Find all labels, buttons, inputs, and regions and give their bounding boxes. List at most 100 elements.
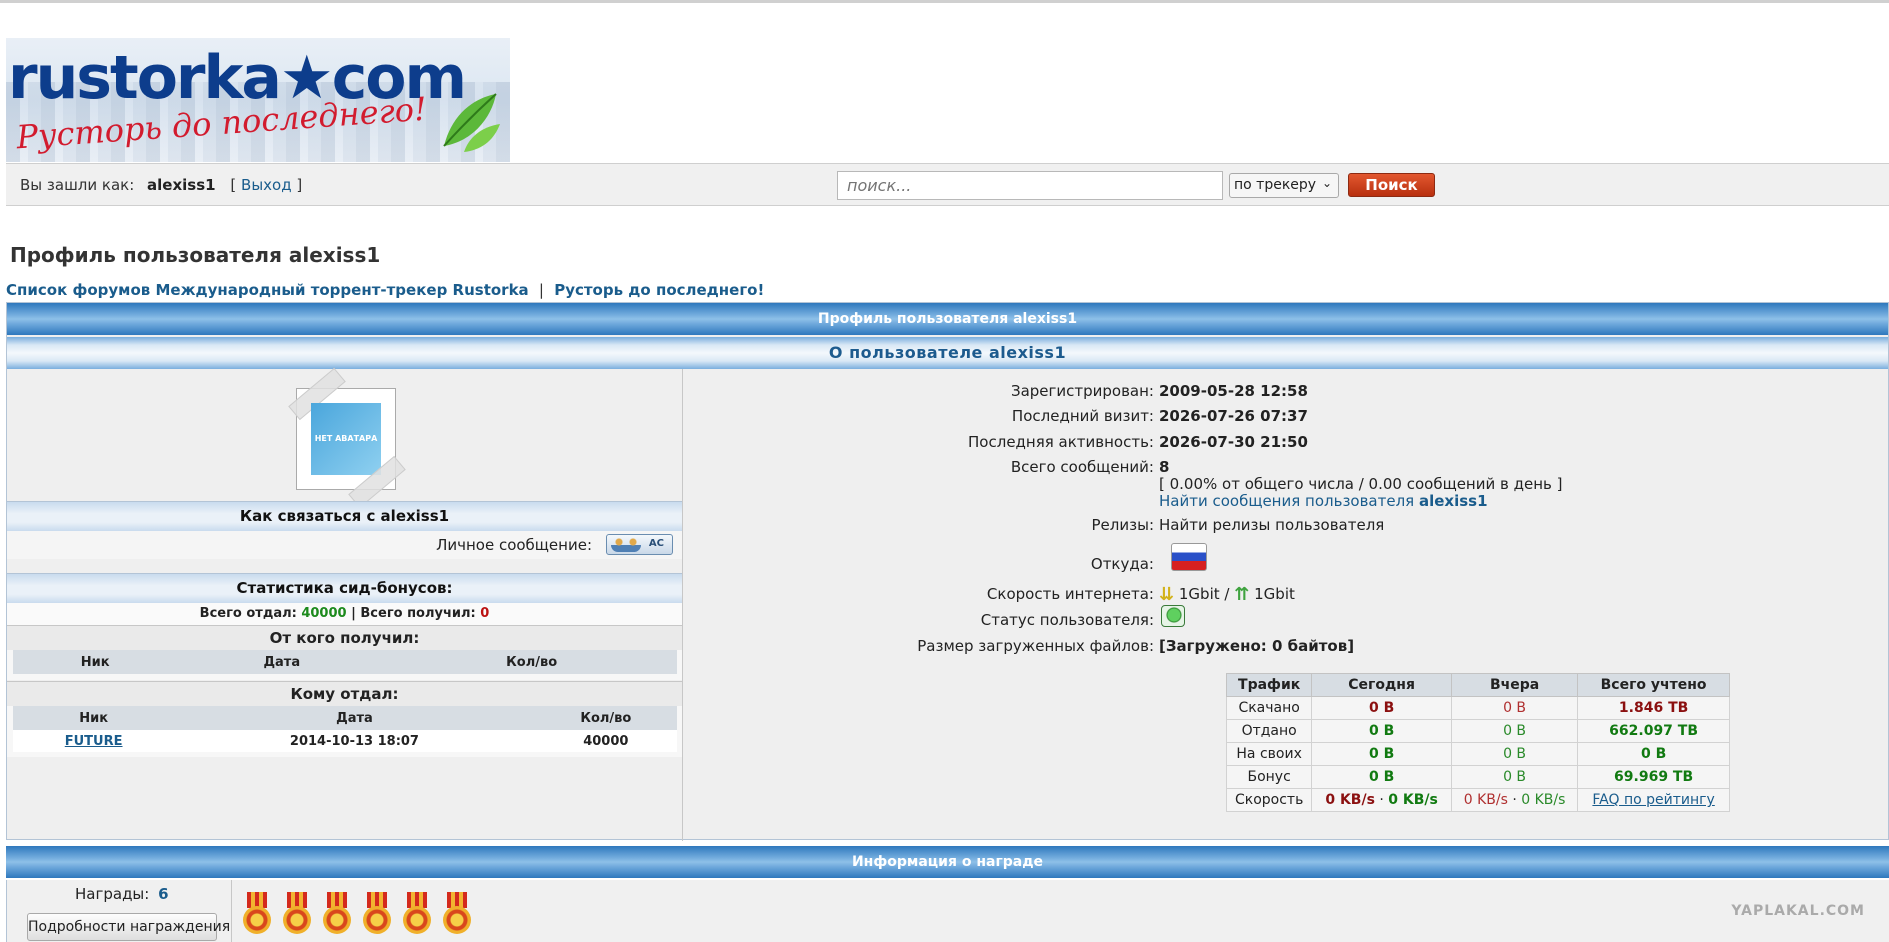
speed-separator: / xyxy=(1224,585,1230,603)
contact-header: Как связаться с alexiss1 xyxy=(7,501,682,531)
about-header: О пользователе alexiss1 xyxy=(7,337,1888,369)
table-row: Скорость 0 KB/s · 0 KB/s 0 KB/s · 0 KB/s… xyxy=(1225,788,1730,812)
awards-count: Награды: 6 xyxy=(75,885,169,903)
traffic-yesterday: 0 B xyxy=(1450,696,1579,720)
medal-icon[interactable] xyxy=(283,892,311,938)
received-from-section: От кого получил: Ник Дата Кол/во xyxy=(7,625,682,680)
releases-label: Релизы: xyxy=(1091,516,1154,534)
traffic-today: 0 B xyxy=(1311,765,1452,789)
page-title: Профиль пользователя alexiss1 xyxy=(10,243,381,267)
breadcrumb-forum-list[interactable]: Список форумов Международный торрент-тре… xyxy=(6,281,529,299)
traffic-yesterday: 0 B xyxy=(1450,765,1579,789)
posts-value: 8 xyxy=(1159,458,1170,476)
traffic-col-header: Всего учтено xyxy=(1577,673,1730,697)
avatar: НЕТ АВАТАРА xyxy=(288,367,406,509)
medal-icon[interactable] xyxy=(443,892,471,938)
traffic-total: 69.969 TB xyxy=(1577,765,1730,789)
user-bar: Вы зашли как: alexiss1 [ Выход ] по трек… xyxy=(6,163,1889,206)
last-visit-value: 2026-07-26 07:37 xyxy=(1159,407,1308,425)
traffic-speed-label: Скорость xyxy=(1225,788,1313,812)
traffic-row-label: Бонус xyxy=(1225,765,1313,789)
users-icon xyxy=(611,537,641,552)
last-activity-label: Последняя активность: xyxy=(968,433,1154,451)
speed-dot: · xyxy=(1379,792,1384,808)
speed-yesterday-down: 0 KB/s xyxy=(1463,792,1508,808)
traffic-total: 0 B xyxy=(1577,742,1730,766)
search-button[interactable]: Поиск xyxy=(1348,173,1435,197)
given-to-title: Кому отдал: xyxy=(7,682,682,706)
speed-today-down: 0 KB/s xyxy=(1325,792,1375,808)
leaf-icon xyxy=(443,93,500,152)
medal-icon[interactable] xyxy=(243,892,271,938)
current-username: alexiss1 xyxy=(147,176,216,194)
traffic-row-label: Отдано xyxy=(1225,719,1313,743)
last-visit-label: Последний визит: xyxy=(1011,407,1154,425)
medal-icon[interactable] xyxy=(403,892,431,938)
russia-flag-icon xyxy=(1171,543,1207,571)
awards-section: Награды: 6 Подробности награждения xyxy=(6,880,1889,942)
col-nick: Ник xyxy=(13,706,175,730)
private-message-label: Личное сообщение: xyxy=(436,536,592,554)
rating-faq-link[interactable]: FAQ по рейтингу xyxy=(1592,792,1714,808)
seed-given-label: Всего отдал: xyxy=(199,606,297,621)
profile-left-column: НЕТ АВАТАРА Как связаться с alexiss1 Лич… xyxy=(7,367,683,841)
traffic-total: 662.097 TB xyxy=(1577,719,1730,743)
status-label: Статус пользователя: xyxy=(980,611,1154,629)
pm-button-label: AC xyxy=(648,538,664,549)
login-status: Вы зашли как: alexiss1 [ Выход ] xyxy=(20,176,302,194)
speed-today-up: 0 KB/s xyxy=(1388,792,1438,808)
traffic-col-header: Сегодня xyxy=(1311,673,1452,697)
bracket-close: ] xyxy=(296,176,303,194)
medal-icon[interactable] xyxy=(363,892,391,938)
awards-summary: Награды: 6 Подробности награждения xyxy=(7,880,232,942)
breadcrumb-slogan[interactable]: Русторь до последнего! xyxy=(554,281,764,299)
received-from-table: Ник Дата Кол/во xyxy=(13,650,677,674)
upload-arrow-icon: ⇈ xyxy=(1234,583,1250,605)
speed-label: Скорость интернета: xyxy=(986,585,1154,603)
search-input[interactable] xyxy=(837,171,1223,200)
seed-given-value: 40000 xyxy=(301,606,347,621)
find-releases-link[interactable]: Найти релизы пользователя xyxy=(1159,516,1384,534)
find-posts-username: alexiss1 xyxy=(1419,492,1488,510)
search-scope-value: по трекеру xyxy=(1234,177,1317,193)
traffic-row-label: На своих xyxy=(1225,742,1313,766)
seed-received-value: 0 xyxy=(480,606,490,621)
online-status-icon xyxy=(1161,605,1185,627)
col-qty: Кол/во xyxy=(534,706,677,730)
recipient-link[interactable]: FUTURE xyxy=(65,734,123,749)
location-label: Откуда: xyxy=(1090,555,1154,573)
download-arrow-icon: ⇊ xyxy=(1159,583,1175,605)
table-row: Скачано 0 B 0 B 1.846 TB xyxy=(1225,696,1730,720)
table-row: На своих 0 B 0 B 0 B xyxy=(1225,742,1730,766)
traffic-yesterday: 0 B xyxy=(1450,742,1579,766)
profile-table: Профиль пользователя alexiss1 О пользова… xyxy=(6,302,1889,841)
uploaded-label: Размер загруженных файлов: xyxy=(917,637,1154,655)
registered-value: 2009-05-28 12:58 xyxy=(1159,382,1308,400)
posts-stats: [ 0.00% от общего числа / 0.00 сообщений… xyxy=(1159,475,1563,493)
traffic-yesterday: 0 B xyxy=(1450,719,1579,743)
seed-bonus-totals: Всего отдал: 40000 | Всего получил: 0 xyxy=(7,603,682,625)
awards-count-label: Награды: xyxy=(75,885,150,903)
last-activity-value: 2026-07-30 21:50 xyxy=(1159,433,1308,451)
col-date: Дата xyxy=(177,650,387,674)
bracket-open: [ xyxy=(230,176,237,194)
top-border xyxy=(0,0,1889,3)
seed-received-label: Всего получил: xyxy=(360,606,476,621)
find-posts-link[interactable]: Найти сообщения пользователя alexiss1 xyxy=(1159,492,1488,510)
seed-separator: | xyxy=(351,606,356,621)
given-to-table: Ник Дата Кол/во FUTURE 2014-10-13 18:07 … xyxy=(13,706,677,752)
private-message-button[interactable]: AC xyxy=(606,534,673,555)
speed-down-value: 1Gbit xyxy=(1178,585,1220,603)
find-posts-text: Найти сообщения пользователя xyxy=(1159,492,1415,510)
medal-icon[interactable] xyxy=(323,892,351,938)
award-details-button[interactable]: Подробности награждения xyxy=(27,913,230,941)
logout-link[interactable]: Выход xyxy=(241,176,292,194)
avatar-placeholder: НЕТ АВАТАРА xyxy=(311,403,381,475)
table-row: FUTURE 2014-10-13 18:07 40000 xyxy=(13,730,677,752)
site-logo[interactable]: rustorka★com Русторь до последнего! xyxy=(6,38,510,162)
search-scope-select[interactable]: по трекеру ⌄ xyxy=(1229,173,1339,198)
table-row: Бонус 0 B 0 B 69.969 TB xyxy=(1225,765,1730,789)
col-date: Дата xyxy=(174,706,535,730)
given-date: 2014-10-13 18:07 xyxy=(174,730,535,752)
traffic-col-header: Вчера xyxy=(1450,673,1579,697)
